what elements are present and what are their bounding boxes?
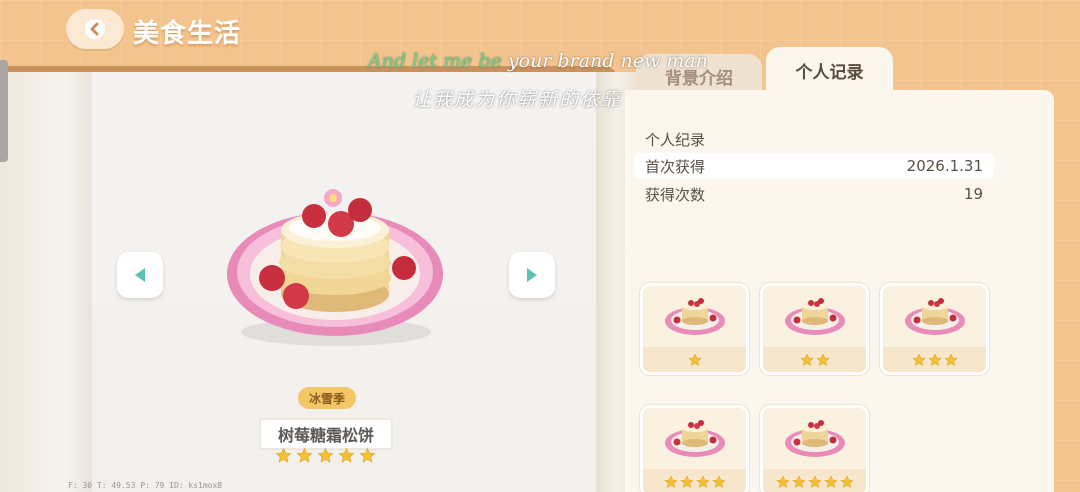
pancake-thumbnail — [883, 286, 986, 346]
record-value: 2026.1.31 — [906, 157, 983, 175]
lyric-line-english: And let me be your brand new man — [368, 50, 708, 72]
variant-card-5-star[interactable] — [760, 405, 869, 492]
star-icon — [823, 474, 838, 489]
star-icon — [927, 352, 942, 367]
next-food-button[interactable] — [509, 252, 555, 298]
star-icon — [687, 352, 702, 367]
card-star-rating — [763, 347, 866, 372]
record-title: 个人纪录 — [645, 131, 706, 149]
card-star-rating — [763, 469, 866, 492]
back-button[interactable] — [66, 9, 124, 49]
star-icon — [317, 447, 334, 464]
star-icon — [807, 474, 822, 489]
debug-info: F: 30 T: 49.53 P: 79 ID: ks1mox8 — [68, 481, 223, 490]
star-icon — [679, 474, 694, 489]
star-icon — [359, 447, 376, 464]
star-icon — [839, 474, 854, 489]
variant-card-2-star[interactable] — [760, 283, 869, 375]
pancake-thumbnail — [643, 286, 746, 346]
star-icon — [338, 447, 355, 464]
star-icon — [296, 447, 313, 464]
star-icon — [799, 352, 814, 367]
pancake-thumbnail — [763, 408, 866, 468]
triangle-left-icon — [135, 268, 145, 282]
raspberry-pancake-image — [227, 189, 443, 346]
back-arrow-icon — [85, 19, 105, 39]
variant-card-4-star[interactable] — [640, 405, 749, 492]
star-icon — [775, 474, 790, 489]
tab-personal-record[interactable]: 个人记录 — [766, 47, 893, 93]
card-star-rating — [643, 469, 746, 492]
variant-card-1-star[interactable] — [640, 283, 749, 375]
star-icon — [911, 352, 926, 367]
season-badge: 冰雪季 — [298, 387, 356, 409]
prev-food-button[interactable] — [117, 252, 163, 298]
star-icon — [695, 474, 710, 489]
record-label: 首次获得 — [645, 157, 706, 176]
page-title: 美食生活 — [133, 19, 242, 49]
record-label: 获得次数 — [645, 185, 706, 204]
food-star-rating — [275, 447, 376, 464]
food-name: 树莓糖霜松饼 — [259, 418, 393, 450]
star-icon — [815, 352, 830, 367]
record-value: 19 — [963, 185, 983, 203]
pancake-thumbnail — [643, 408, 746, 468]
star-icon — [663, 474, 678, 489]
star-icon — [943, 352, 958, 367]
record-row-first-obtained: 首次获得 2026.1.31 — [634, 153, 994, 179]
card-star-rating — [883, 347, 986, 372]
star-icon — [711, 474, 726, 489]
record-row-obtain-count: 获得次数 19 — [634, 181, 994, 207]
triangle-right-icon — [527, 268, 537, 282]
star-icon — [275, 447, 292, 464]
side-drawer-handle[interactable] — [0, 60, 8, 162]
card-star-rating — [643, 347, 746, 372]
star-icon — [791, 474, 806, 489]
pancake-thumbnail — [763, 286, 866, 346]
lyric-line-chinese: 让我成为你崭新的依靠 — [412, 89, 623, 111]
variant-card-3-star[interactable] — [880, 283, 989, 375]
